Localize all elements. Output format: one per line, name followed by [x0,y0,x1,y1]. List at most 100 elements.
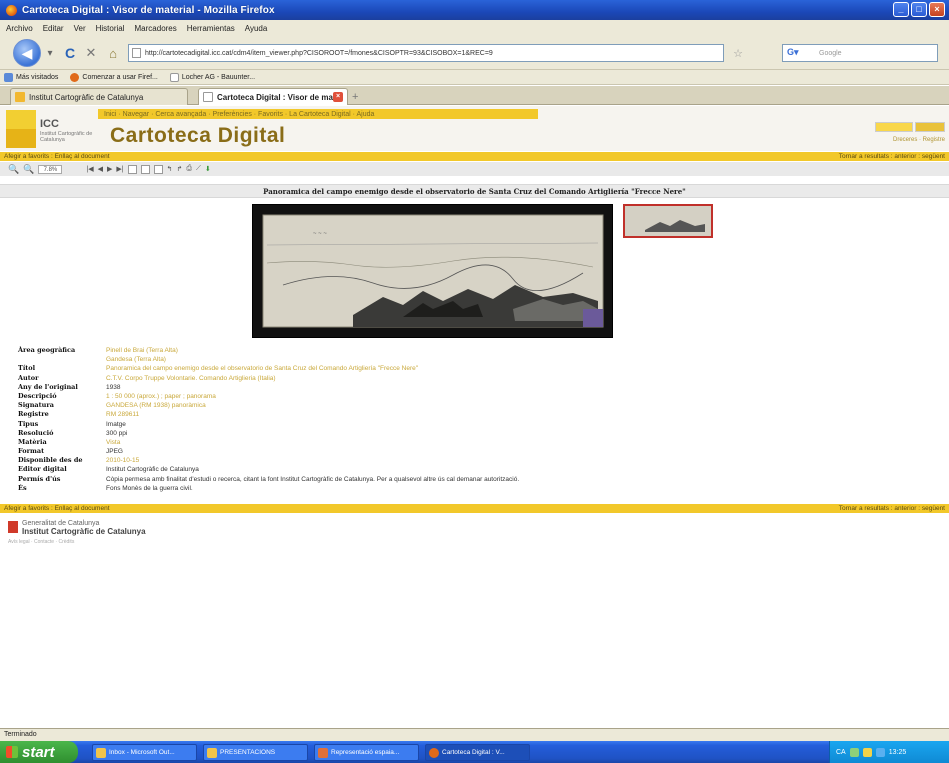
metadata-label: Tipus [18,419,39,428]
new-tab-icon[interactable]: + [352,91,364,103]
metadata-value-link[interactable]: RM 289611 [106,410,139,419]
task-outlook[interactable]: Inbox - Microsoft Out... [92,743,197,761]
zoom-out-icon[interactable]: 🔍 [23,164,34,175]
zoom-in-icon[interactable]: 🔍 [8,164,19,175]
metadata-label [18,355,106,364]
tab-icc[interactable]: Institut Cartogràfic de Catalunya [10,88,188,105]
login-button[interactable] [915,122,945,132]
metadata-value-link[interactable]: 2010-10-15 [106,456,139,465]
bookmark-star-icon[interactable]: ☆ [731,46,745,60]
task-representacio[interactable]: Representació espaia... [314,743,419,761]
add-favorites-link[interactable]: Afegir a favorits : Enllaç al document [4,153,110,160]
start-button[interactable]: start [0,741,78,763]
metadata-label: Registre [18,410,49,419]
menu-ayuda[interactable]: Ayuda [245,24,268,33]
metadata-table: Àrea geogràfica Pinell de Brai (Terra Al… [18,346,938,493]
metadata-label: Any de l'original [18,382,78,391]
viewer-toolbar: 🔍 🔍 7.8% |◀ ◀ ▶ ▶| ↰ ↱ ⎙ ⟋ ⬇ [0,162,949,176]
metadata-value: Còpia permesa amb finalitat d'estudi o r… [106,475,520,483]
task-cartoteca[interactable]: Cartoteca Digital : V... [425,743,530,761]
tab-label: Institut Cartogràfic de Catalunya [29,92,144,102]
close-button[interactable]: × [929,2,945,17]
network-icon[interactable] [849,747,859,757]
metadata-value-link[interactable]: Gandesa (Terra Alta) [106,355,166,364]
site-navigation[interactable]: Inici · Navegar · Cerca avançada · Prefe… [98,109,538,119]
prev-page-icon[interactable]: ◀ [98,165,103,173]
bookmark-mas-visitados[interactable]: Más visitados [4,72,59,82]
google-icon[interactable]: G▾ [787,47,813,59]
metadata-row: Resolució 300 ppi [18,429,938,438]
back-button[interactable]: ◀ [13,39,41,67]
footer-links[interactable]: Avís legal · Contacte · Crèdits [8,539,74,545]
page-icon [132,48,141,58]
fit-height-icon[interactable] [153,164,163,174]
stop-icon[interactable]: ✕ [84,45,98,61]
bookmark-locher[interactable]: Locher AG - Bauunter... [169,72,255,82]
menu-marcadores[interactable]: Marcadores [135,24,177,33]
print-icon[interactable]: ⎙ [186,165,192,173]
results-nav-link[interactable]: Tornar a resultats : anterior : següent [839,153,945,160]
top-right-links[interactable]: Dreceres · Registre [893,137,945,143]
panorama-image[interactable]: ~ ~ ~ [252,204,613,338]
metadata-label: Editor digital [18,465,67,474]
metadata-value-link[interactable]: Panoramica del campo enemigo desde el ob… [106,364,418,373]
menu-editar[interactable]: Editar [43,24,64,33]
task-presentacions[interactable]: PRESENTACIONS [203,743,308,761]
language-indicator[interactable]: CA [836,749,846,756]
search-input[interactable]: G▾ Google [782,44,938,62]
next-page-icon[interactable]: ▶ [107,165,112,173]
zoom-field[interactable]: 7.8% [38,164,63,174]
results-nav-link[interactable]: Tornar a resultats : anterior : següent [839,505,945,512]
bookmark-comenzar[interactable]: Comenzar a usar Firef... [70,72,158,82]
metadata-value-link[interactable]: Pinell de Brai (Terra Alta) [106,346,178,355]
metadata-value-link[interactable]: 1 : 50 000 (aprox.) ; paper ; panorama [106,392,216,401]
thumbnail-navigator[interactable] [623,204,713,238]
metadata-row: Disponible des de 2010-10-15 [18,456,938,465]
bookmark-label: Más visitados [16,73,59,81]
maximize-button[interactable]: □ [911,2,927,17]
metadata-label: Disponible des de [18,456,83,465]
metadata-label: Matèria [18,437,47,446]
forward-button[interactable]: ▾ [44,47,56,59]
firefox-icon [6,4,17,16]
reload-icon[interactable]: C [63,45,77,61]
menu-herramientas[interactable]: Herramientas [187,24,235,33]
menu-historial[interactable]: Historial [96,24,125,33]
svg-text:~ ~ ~: ~ ~ ~ [313,231,327,237]
tab-close-icon[interactable]: × [333,92,343,102]
metadata-value: 300 ppi [106,429,128,437]
url-bar[interactable]: http://cartotecadigital.icc.cat/cdm4/ite… [128,44,724,62]
first-page-icon[interactable]: |◀ [86,165,93,173]
icc-favicon-icon [15,92,25,102]
metadata-value-link[interactable]: Vista [106,438,120,447]
volume-icon[interactable] [875,747,885,757]
rotate-right-icon[interactable]: ↱ [177,165,183,173]
last-page-icon[interactable]: ▶| [116,165,123,173]
powerpoint-icon [318,747,328,758]
bookmarks-toolbar: Más visitados Comenzar a usar Firef... L… [0,70,949,85]
login-input[interactable] [875,122,913,132]
alert-icon[interactable] [862,747,872,757]
clock[interactable]: 13:25 [889,749,907,756]
menu-ver[interactable]: Ver [74,24,86,33]
document-links-bar: Afegir a favorits : Enllaç al document T… [0,152,949,161]
metadata-value-link[interactable]: C.T.V. Corpo Truppe Volontarie. Comando … [106,374,276,383]
home-icon[interactable]: ⌂ [106,45,120,61]
fit-width-icon[interactable] [140,164,150,174]
page-icon [203,92,213,102]
menu-archivo[interactable]: Archivo [6,24,33,33]
fit-page-icon[interactable] [127,164,137,174]
document-links-bar-bottom: Afegir a favorits : Enllaç al document T… [0,504,949,513]
rotate-left-icon[interactable]: ↰ [167,165,173,173]
download-icon[interactable]: ⬇ [205,165,211,173]
metadata-value: Fons Monès de la guerra civil. [106,484,193,492]
tab-cartoteca[interactable]: Cartoteca Digital : Visor de mat... × [198,88,348,105]
bookmark-label: Comenzar a usar Firef... [82,73,158,81]
minimize-button[interactable]: _ [893,2,909,17]
measure-icon[interactable]: ⟋ [196,165,201,173]
url-text: http://cartotecadigital.icc.cat/cdm4/ite… [145,49,493,57]
metadata-value-link[interactable]: GANDESA (RM 1938) panoràmica [106,401,206,410]
metadata-row: Permís d'ús Còpia permesa amb finalitat … [18,475,938,484]
metadata-row: Àrea geogràfica Pinell de Brai (Terra Al… [18,346,938,355]
add-favorites-link[interactable]: Afegir a favorits : Enllaç al document [4,505,110,512]
